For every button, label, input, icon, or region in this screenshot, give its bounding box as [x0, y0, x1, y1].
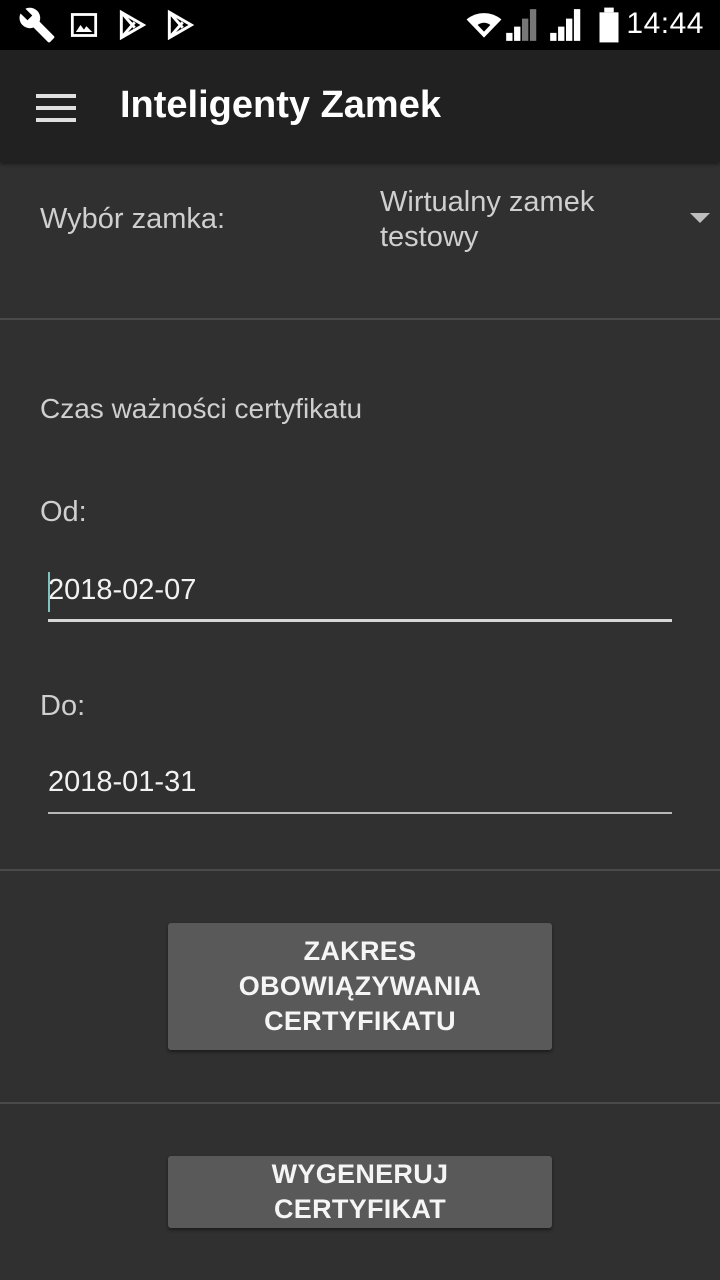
from-label: Od: — [40, 496, 87, 528]
signal-icon — [506, 9, 537, 41]
wifi-icon — [466, 13, 502, 38]
to-date-field[interactable] — [48, 754, 672, 814]
dropdown-arrow-icon — [690, 213, 710, 223]
field-underline — [48, 619, 672, 622]
field-underline — [48, 812, 672, 814]
wrench-icon — [19, 7, 55, 43]
play-store-icon — [167, 9, 195, 41]
lock-selection-value: Wirtualny zamek testowy — [380, 186, 595, 253]
generate-certificate-button[interactable]: WYGENERUJ CERTYFIKAT — [168, 1156, 552, 1228]
from-date-field[interactable] — [48, 562, 672, 622]
lock-selection-label: Wybór zamka: — [40, 203, 226, 235]
status-clock: 14:44 — [626, 7, 704, 40]
divider — [0, 318, 720, 320]
status-bar: 14:44 — [0, 0, 720, 50]
app-bar: Inteligenty Zamek — [0, 50, 720, 162]
to-date-input[interactable] — [48, 754, 672, 810]
play-store-icon — [119, 9, 147, 41]
text-cursor — [48, 572, 50, 612]
from-date-input[interactable] — [48, 562, 672, 618]
app-title: Inteligenty Zamek — [120, 84, 441, 126]
divider — [0, 1102, 720, 1104]
battery-icon — [599, 7, 619, 43]
certificate-validity-title: Czas ważności certyfikatu — [40, 393, 363, 424]
lock-selection-dropdown[interactable]: Wirtualny zamek testowy — [380, 183, 720, 273]
divider — [0, 869, 720, 871]
signal-icon — [550, 9, 581, 41]
to-label: Do: — [40, 690, 86, 722]
image-icon — [70, 13, 98, 37]
validity-range-button[interactable]: ZAKRES OBOWIĄZYWANIA CERTYFIKATU — [168, 923, 552, 1050]
hamburger-menu-icon[interactable] — [36, 94, 76, 122]
